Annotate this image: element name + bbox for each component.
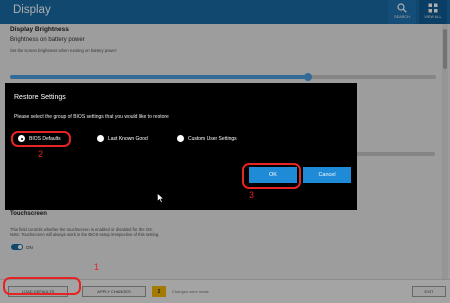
radio-button-last-known-good[interactable] bbox=[97, 135, 104, 142]
radio-custom-user-settings[interactable]: Custom User Settings bbox=[177, 135, 237, 142]
callout-load-defaults bbox=[3, 277, 81, 295]
radio-last-known-good[interactable]: Last Known Good bbox=[97, 135, 148, 142]
cancel-button[interactable]: Cancel bbox=[303, 167, 351, 183]
callout-number-3: 3 bbox=[249, 190, 255, 200]
radio-label-last-known-good: Last Known Good bbox=[108, 135, 148, 142]
dialog-prompt: Please select the group of BIOS settings… bbox=[14, 114, 169, 120]
callout-number-1: 1 bbox=[94, 262, 100, 272]
mouse-pointer-icon bbox=[157, 193, 165, 203]
callout-number-2: 2 bbox=[38, 149, 44, 159]
callout-ok-button bbox=[242, 163, 301, 189]
radio-button-custom-user-settings[interactable] bbox=[177, 135, 184, 142]
callout-bios-defaults bbox=[11, 131, 71, 147]
radio-label-custom-user-settings: Custom User Settings bbox=[188, 135, 237, 142]
dialog-title: Restore Settings bbox=[14, 94, 66, 101]
